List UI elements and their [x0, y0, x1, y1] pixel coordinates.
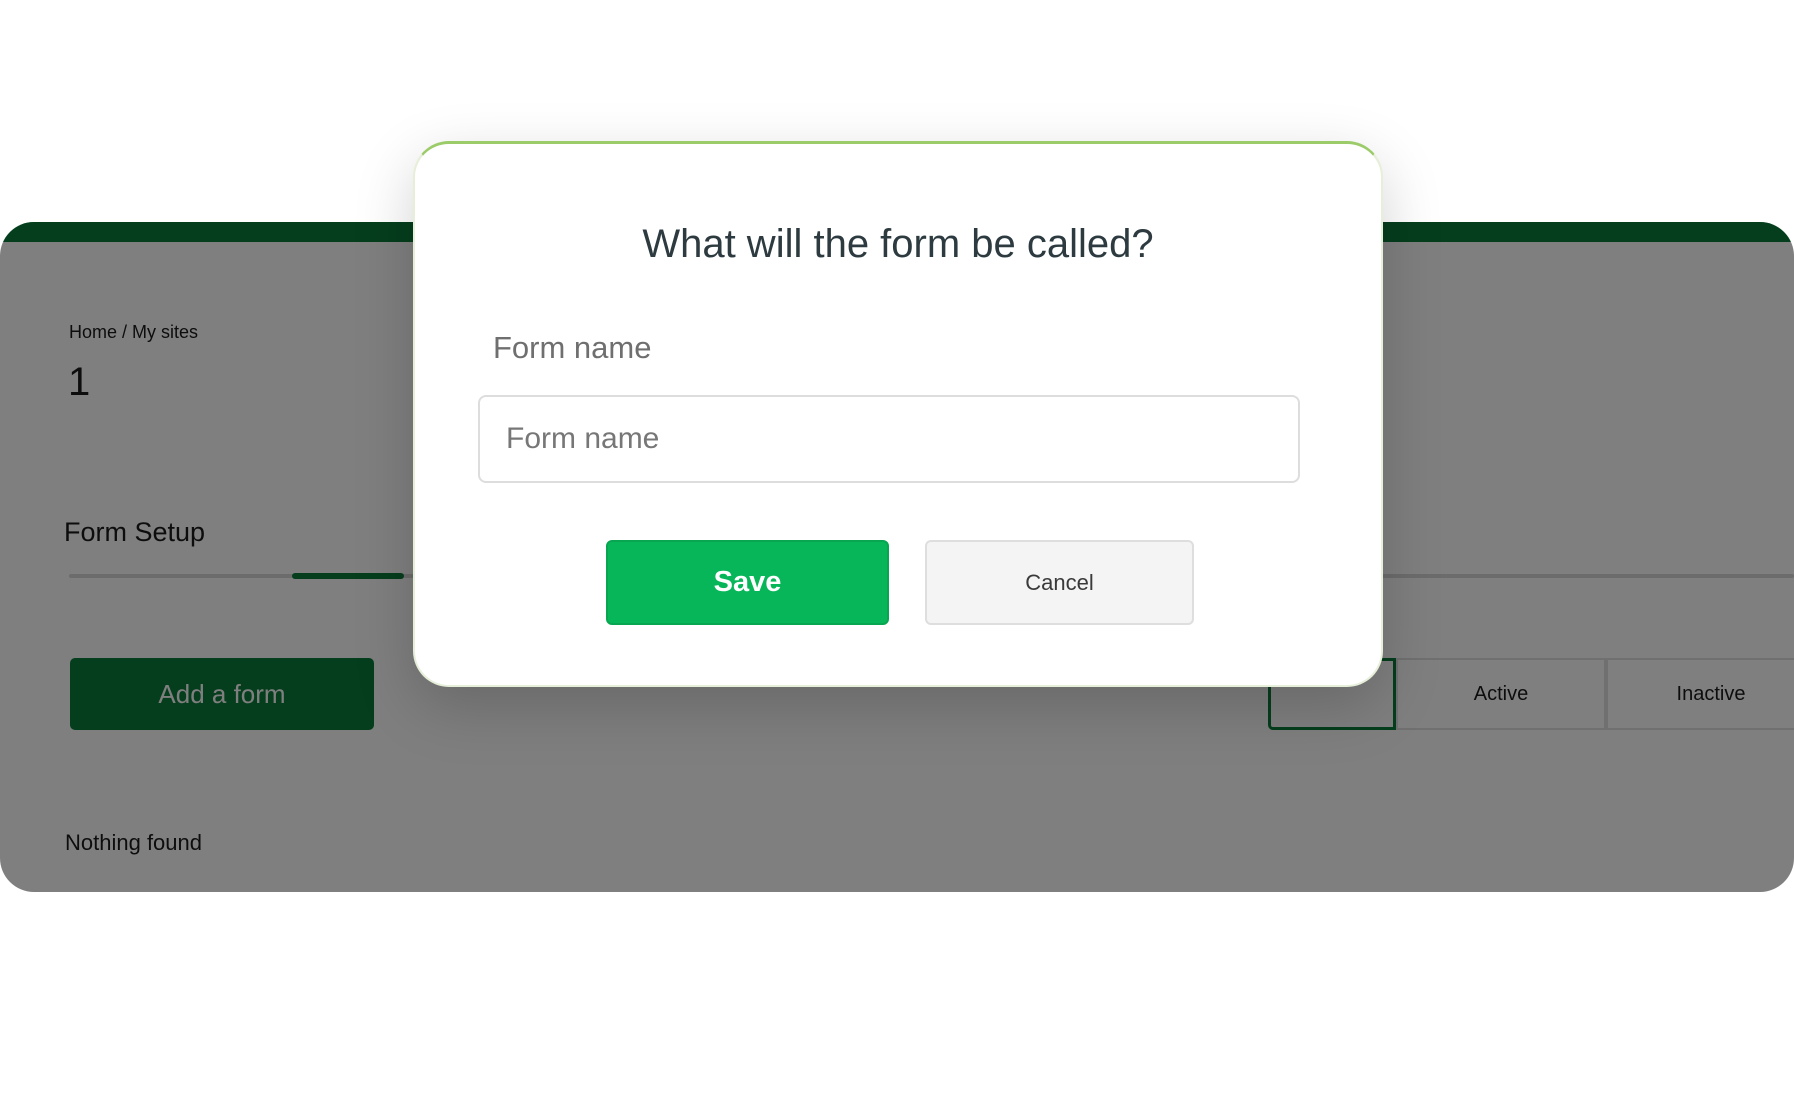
form-name-dialog: What will the form be called? Form name … [413, 141, 1383, 687]
form-name-label: Form name [493, 330, 652, 365]
dialog-title: What will the form be called? [642, 222, 1154, 266]
save-button[interactable]: Save [606, 540, 889, 625]
form-name-input[interactable] [478, 395, 1300, 483]
cancel-button[interactable]: Cancel [925, 540, 1194, 625]
